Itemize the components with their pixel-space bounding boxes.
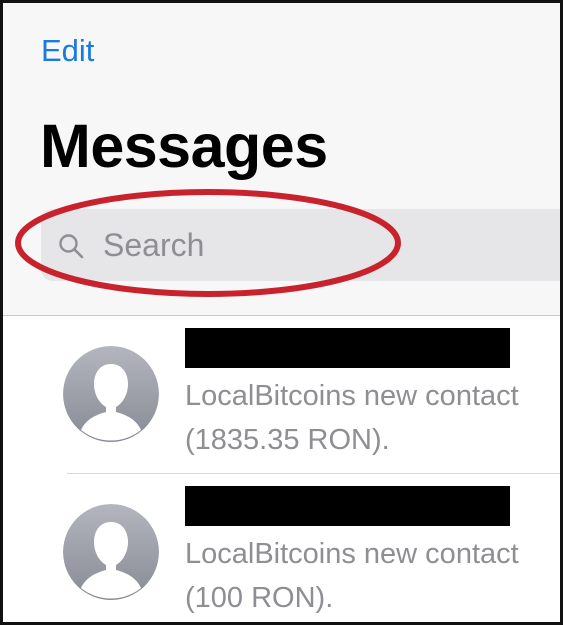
page-title: Messages [40,112,328,180]
contact-avatar-icon [63,346,159,442]
screenshot-frame: Edit Messages Search LocalBitcoins new c… [0,0,563,625]
search-icon [58,233,84,259]
navigation-header: Edit Messages [3,3,560,315]
message-row[interactable]: LocalBitcoins new contact (1835.35 RON). [3,316,560,474]
search-bar[interactable] [41,209,560,281]
sender-name-redacted [185,486,510,526]
sender-name-redacted [185,328,510,368]
message-preview-line-1: LocalBitcoins new contact [185,380,519,412]
contact-avatar-icon [63,504,159,600]
message-row[interactable]: LocalBitcoins new contact (100 RON). [3,474,560,622]
message-preview-line-1: LocalBitcoins new contact [185,538,519,570]
search-input[interactable] [103,209,523,281]
message-preview-line-2: (100 RON). [185,582,334,614]
edit-button[interactable]: Edit [41,33,94,69]
message-preview-line-2: (1835.35 RON). [185,424,390,456]
